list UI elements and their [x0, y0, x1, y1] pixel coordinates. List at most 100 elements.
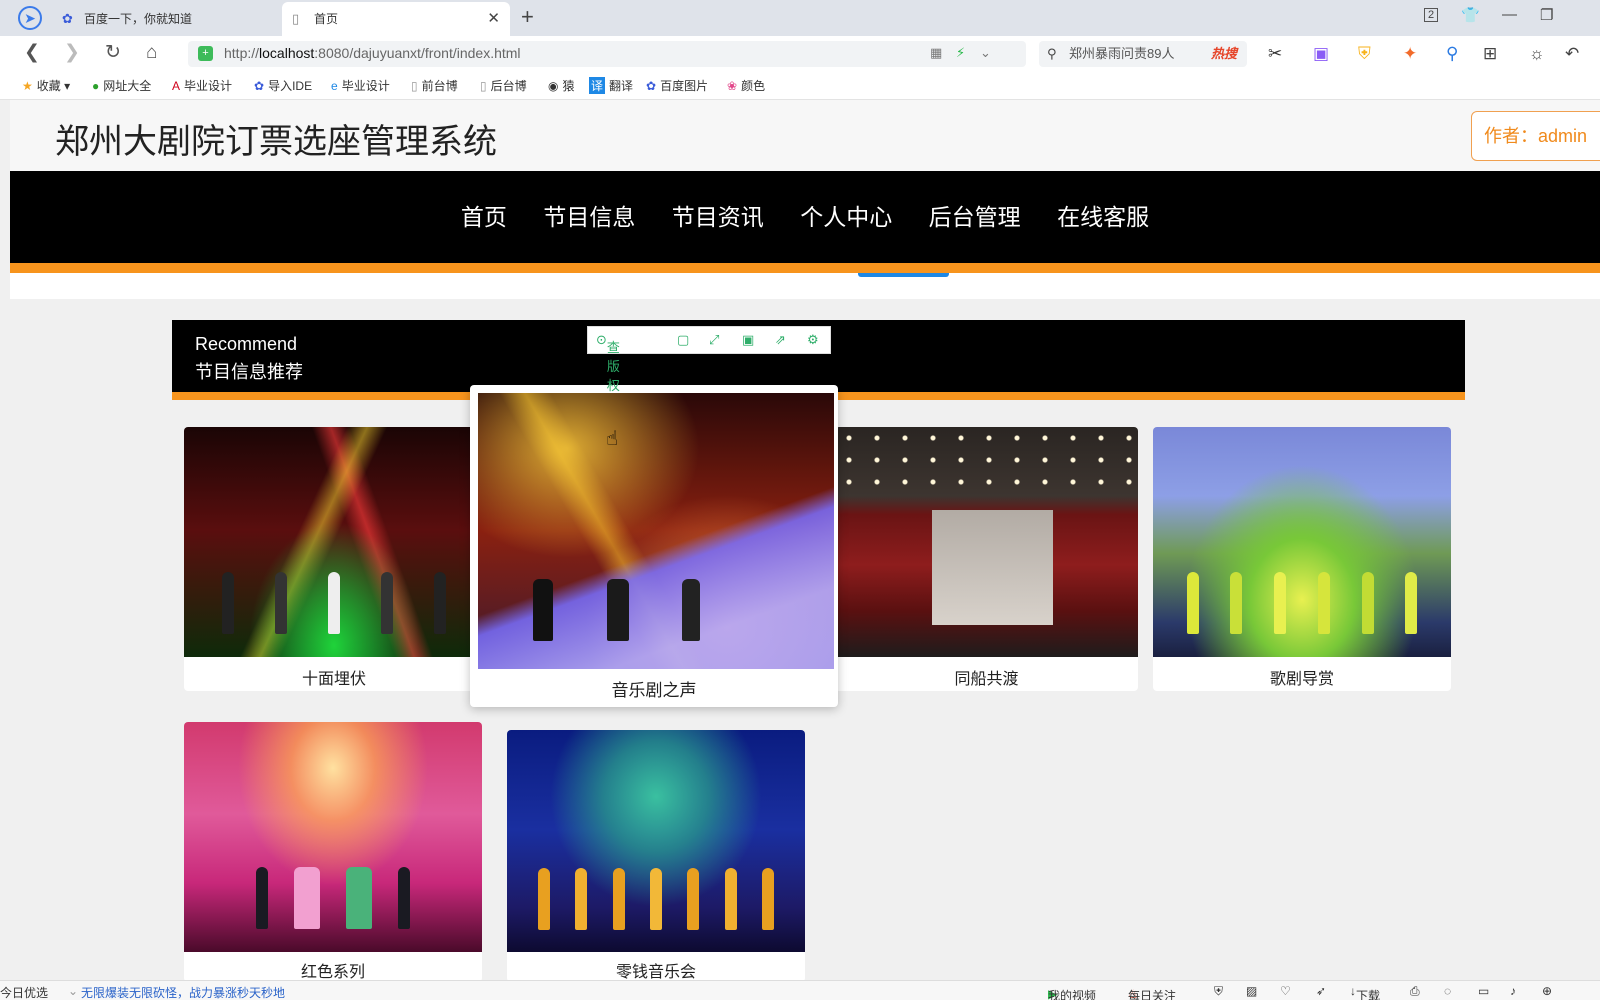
qr-icon[interactable]: ▦	[930, 45, 942, 61]
fullscreen-icon[interactable]: ⤢	[709, 332, 719, 348]
undo-icon[interactable]: ↶	[1565, 44, 1579, 64]
site-title: 郑州大剧院订票选座管理系统	[55, 122, 497, 162]
share-icon[interactable]: ⇗	[775, 332, 786, 348]
program-name[interactable]: 十面埋伏	[184, 665, 484, 689]
monkey-icon: ◉	[548, 79, 559, 93]
bookmark-item[interactable]: ▯ 后台博	[480, 77, 527, 94]
tab-baidu[interactable]: ✿ 百度一下，你就知道	[52, 2, 282, 36]
nav-profile[interactable]: 个人中心	[800, 198, 892, 232]
program-image[interactable]	[184, 722, 482, 952]
program-name[interactable]: 红色系列	[184, 958, 482, 980]
print-icon[interactable]: ⎙	[1410, 984, 1420, 999]
nav-home[interactable]: 首页	[461, 198, 507, 232]
bookmark-item[interactable]: ✿ 百度图片	[646, 77, 708, 94]
url-input[interactable]: + http://localhost:8080/dajuyuanxt/front…	[188, 41, 1026, 67]
program-image[interactable]	[507, 730, 805, 952]
bookmark-item[interactable]: ✿ 导入IDE	[254, 77, 312, 94]
status-ad-link[interactable]: 无限爆装无限砍怪，战力暴涨秒天秒地	[81, 984, 285, 1000]
program-card[interactable]: 十面埋伏	[184, 427, 484, 691]
palette-icon: ❀	[727, 79, 738, 93]
nav-programs[interactable]: 节目信息	[543, 198, 635, 232]
shirt-icon[interactable]: 👕	[1461, 6, 1480, 24]
bookmark-item[interactable]: ▯ 前台博	[411, 77, 458, 94]
rocket-icon[interactable]: ➶	[1316, 984, 1326, 998]
program-card[interactable]: 同船共渡	[835, 427, 1138, 691]
restore-icon[interactable]: ❐	[1540, 6, 1553, 24]
nav-admin[interactable]: 后台管理	[929, 198, 1021, 232]
volume-icon[interactable]: ♪	[1510, 984, 1516, 998]
paw-icon: ✿	[646, 79, 657, 93]
recommend-title-en: Recommend	[195, 334, 298, 354]
bookmark-item[interactable]: e 毕业设计	[331, 77, 390, 94]
close-icon[interactable]: ✕	[487, 2, 500, 36]
program-name[interactable]: 零钱音乐会	[507, 958, 805, 980]
search-icon: ⚲	[1047, 46, 1057, 61]
magnifier-icon[interactable]: ⚲	[1446, 44, 1458, 64]
shield-icon[interactable]: ⛨	[1358, 44, 1371, 64]
carousel-indicator[interactable]	[858, 273, 949, 277]
lightning-icon[interactable]: ⚡	[956, 45, 965, 61]
bookmark-item[interactable]: A 毕业设计	[172, 77, 232, 94]
program-card[interactable]: 歌剧导赏	[1153, 427, 1451, 691]
main-nav: 首页 节目信息 节目资讯 个人中心 后台管理 在线客服	[10, 171, 1600, 263]
bookmark-favorites[interactable]: ★ 收藏 ▾	[22, 77, 70, 94]
program-card[interactable]: 红色系列	[184, 722, 482, 980]
minimize-icon[interactable]: —	[1502, 6, 1517, 23]
status-download[interactable]: ↓ 下载	[1350, 984, 1380, 1000]
brightness-icon[interactable]: ☼	[1529, 44, 1545, 64]
page-icon: ▯	[292, 11, 300, 26]
author-badge: 作者：admin	[1471, 111, 1600, 161]
program-image[interactable]	[184, 427, 484, 657]
image-icon[interactable]: ▨	[1246, 984, 1257, 998]
heart-icon[interactable]: ♡	[1280, 984, 1291, 998]
bookmark-item[interactable]: ❀ 颜色	[727, 77, 765, 94]
program-image[interactable]	[478, 393, 834, 669]
tab-label: 百度一下，你就知道	[84, 12, 193, 26]
game-icon[interactable]: ✦	[1403, 44, 1417, 64]
browser-tab-bar: ➤ ✿ 百度一下，你就知道 ▯ 首页 ✕ + 2 👕 — ❐	[0, 0, 1600, 36]
scissors-icon[interactable]: ✂	[1268, 44, 1282, 64]
program-image[interactable]	[1153, 427, 1451, 657]
program-name[interactable]: 音乐剧之声	[470, 676, 838, 701]
forward-icon[interactable]: ❯	[64, 42, 80, 64]
program-card[interactable]: 零钱音乐会	[507, 730, 805, 980]
bookmark-item[interactable]: ● 网址大全	[92, 77, 151, 94]
paw-icon: ✿	[254, 79, 265, 93]
tab-count-badge[interactable]: 2	[1424, 8, 1439, 22]
grid-icon[interactable]: ⊞	[1483, 44, 1497, 64]
bookmark-item[interactable]: 译翻译	[589, 77, 633, 94]
recommend-title-cn: 节目信息推荐	[195, 362, 303, 382]
nav-support[interactable]: 在线客服	[1057, 198, 1149, 232]
home-icon[interactable]: ⌂	[146, 42, 157, 64]
star-icon: ★	[22, 79, 33, 93]
settings-icon[interactable]: ⚙	[807, 332, 819, 348]
browser-logo-icon[interactable]: ➤	[18, 6, 42, 30]
tab-home[interactable]: ▯ 首页 ✕	[282, 2, 510, 36]
mouse-pointer-icon: ☝	[606, 428, 619, 450]
hot-search-label[interactable]: 热搜	[1211, 41, 1237, 67]
translate-icon[interactable]: ▣	[1313, 44, 1329, 64]
program-image[interactable]	[835, 427, 1138, 657]
program-name[interactable]: 歌剧导赏	[1153, 665, 1451, 689]
status-promo[interactable]: 今日优选	[0, 984, 48, 1000]
chevron-down-icon: ⌄	[68, 984, 79, 998]
program-name[interactable]: 同船共渡	[835, 665, 1138, 689]
program-card-hovered[interactable]: 音乐剧之声	[470, 385, 838, 707]
nav-accent-bar	[10, 263, 1600, 273]
save-icon[interactable]: ▣	[742, 332, 754, 348]
tab-label: 首页	[314, 12, 339, 26]
address-bar-row: ❮ ❯ ↻ ⌂ + http://localhost:8080/dajuyuan…	[0, 36, 1600, 70]
copy-icon[interactable]: ▢	[677, 332, 689, 348]
window-icon[interactable]: ▭	[1478, 984, 1489, 998]
copyright-check-button[interactable]: ⊙ 查版权	[596, 332, 620, 393]
globe-icon[interactable]: ◌	[1444, 984, 1451, 998]
reload-icon[interactable]: ↻	[105, 42, 121, 64]
nav-news[interactable]: 节目资讯	[672, 198, 764, 232]
back-icon[interactable]: ❮	[24, 42, 40, 64]
new-tab-icon[interactable]: +	[521, 4, 534, 30]
search-input[interactable]: ⚲ 郑州暴雨问责89人 热搜	[1039, 41, 1247, 67]
bookmark-item[interactable]: ◉ 猿	[548, 77, 575, 94]
chevron-down-icon[interactable]: ⌄	[980, 45, 991, 61]
zoom-icon[interactable]: ⊕	[1542, 984, 1552, 998]
shield-icon[interactable]: ⛨	[1214, 984, 1223, 999]
